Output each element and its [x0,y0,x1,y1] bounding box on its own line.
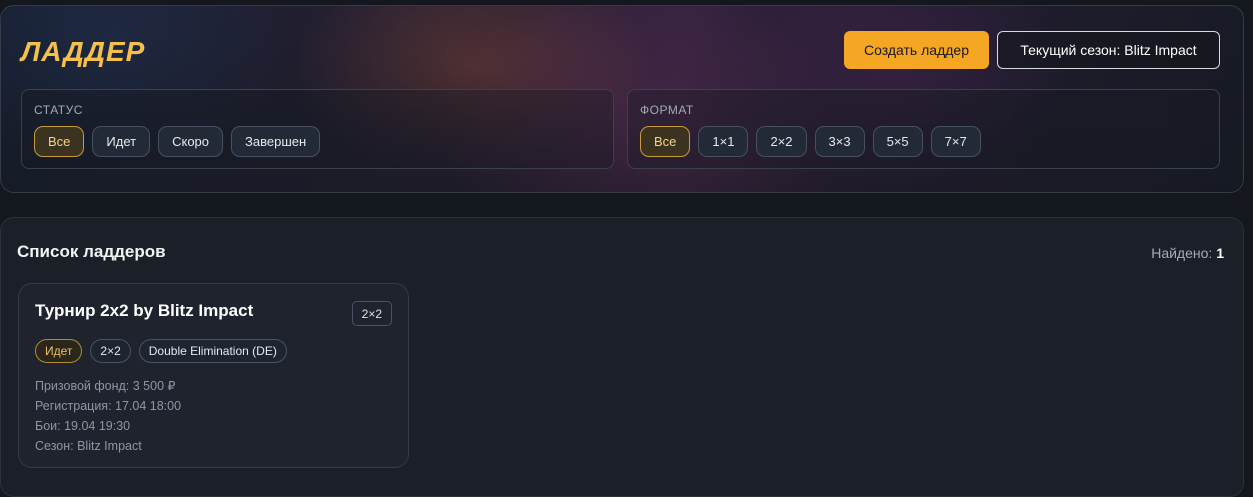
found-label: Найдено: [1151,245,1213,261]
format-filter-all[interactable]: Все [640,126,691,157]
found-number: 1 [1216,245,1224,261]
ladder-card-meta: Призовой фонд: 3 500 ₽ Регистрация: 17.0… [35,376,181,456]
create-ladder-button[interactable]: Создать ладдер [844,31,989,69]
ladder-card-title[interactable]: Турнир 2x2 by Blitz Impact [35,301,253,321]
elimination-tag: Double Elimination (DE) [138,339,287,363]
ladder-card[interactable]: Турнир 2x2 by Blitz Impact 2×2 Идет 2×2 … [18,283,409,468]
format-filter-2x2[interactable]: 2×2 [756,126,807,157]
found-count: Найдено: 1 [1151,245,1224,261]
format-filter-label: ФОРМАТ [640,103,694,117]
registration-time: Регистрация: 17.04 18:00 [35,399,182,413]
format-filter-group: ФОРМАТ Все 1×1 2×2 3×3 5×5 7×7 [627,89,1220,169]
status-filter-all[interactable]: Все [34,126,85,157]
prize-pool: Призовой фонд: 3 500 ₽ [35,379,176,393]
current-season-button[interactable]: Текущий сезон: Blitz Impact [997,31,1220,69]
page-title: ЛАДДЕР [21,36,146,67]
status-badge: Идет [35,339,83,363]
ladder-header-panel: ЛАДДЕР Создать ладдер Текущий сезон: Bli… [0,5,1244,193]
season-name: Сезон: Blitz Impact [35,439,142,453]
format-tag: 2×2 [90,339,131,363]
status-filter-upcoming[interactable]: Скоро [158,126,224,157]
status-filter-ongoing[interactable]: Идет [92,126,151,157]
status-filter-label: СТАТУС [34,103,83,117]
status-filter-group: СТАТУС Все Идет Скоро Завершен [21,89,614,169]
format-filter-7x7[interactable]: 7×7 [930,126,981,157]
ladder-format-badge: 2×2 [351,301,392,326]
ladder-list-panel: Список ладдеров Найдено: 1 Турнир 2x2 by… [0,217,1244,497]
status-filter-finished[interactable]: Завершен [231,126,321,157]
format-filter-3x3[interactable]: 3×3 [814,126,865,157]
battles-time: Бои: 19.04 19:30 [35,419,131,433]
format-filter-5x5[interactable]: 5×5 [872,126,923,157]
list-title: Список ладдеров [17,242,166,261]
format-filter-1x1[interactable]: 1×1 [698,126,749,157]
